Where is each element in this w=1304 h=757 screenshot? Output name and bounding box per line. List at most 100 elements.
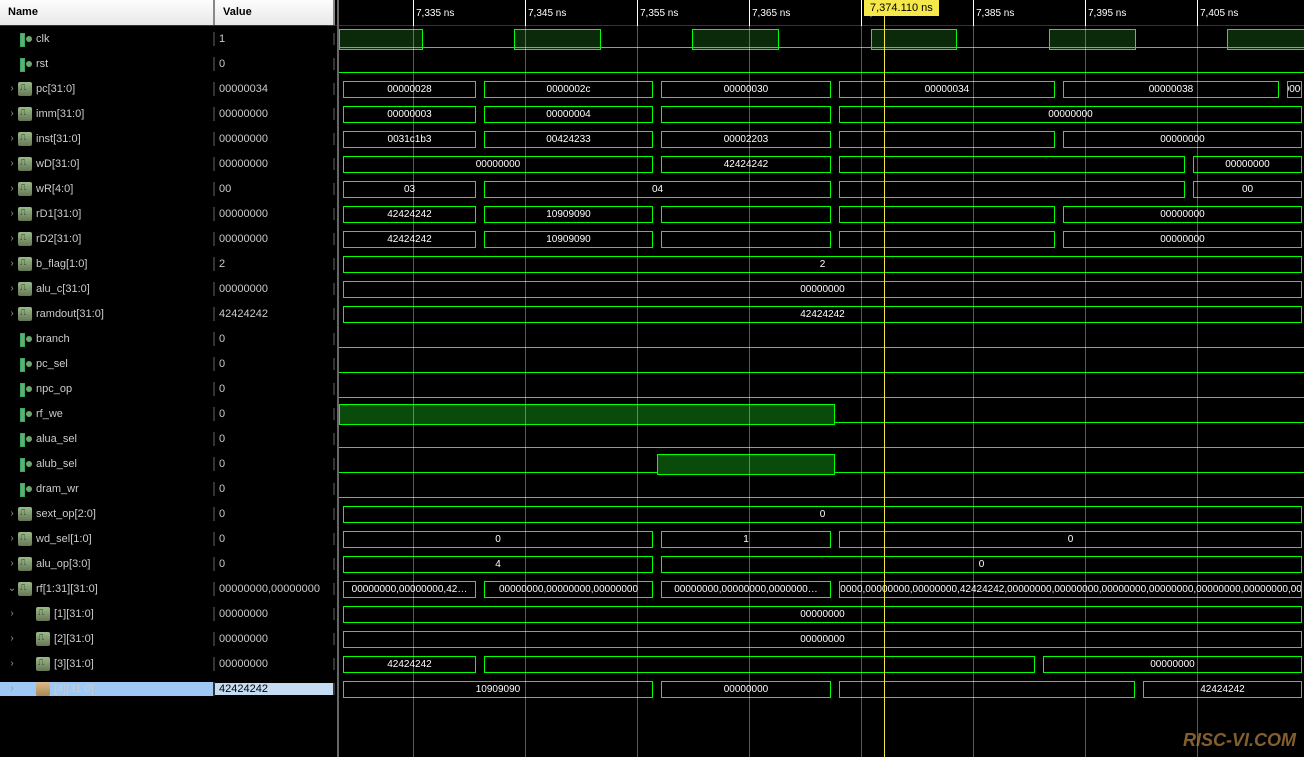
expand-icon[interactable]: › <box>6 533 18 544</box>
wave-row[interactable]: 00000000 <box>339 276 1304 301</box>
wave-row[interactable] <box>339 426 1304 451</box>
expand-icon[interactable]: › <box>6 558 18 569</box>
bus-segment: 00000000 <box>1043 656 1302 673</box>
bus-segment: 1 <box>661 531 831 548</box>
wave-row[interactable]: 40 <box>339 551 1304 576</box>
expand-icon[interactable]: › <box>6 183 18 194</box>
wave-row[interactable] <box>339 451 1304 476</box>
wave-row[interactable]: 00000000,00000000,42…00000000,00000000,0… <box>339 576 1304 601</box>
expand-icon[interactable]: › <box>6 658 18 669</box>
gridline <box>525 26 526 757</box>
wave-row[interactable] <box>339 51 1304 76</box>
signal-row[interactable]: ›rD2[31:0]00000000 <box>0 226 337 251</box>
signal-row[interactable]: alub_sel0 <box>0 451 337 476</box>
expand-icon[interactable]: › <box>6 633 18 644</box>
signal-row[interactable]: dram_wr0 <box>0 476 337 501</box>
wave-row[interactable] <box>339 26 1304 51</box>
expand-icon[interactable]: › <box>6 158 18 169</box>
signal-value: 00000000 <box>215 283 335 295</box>
wave-row[interactable]: 109090900000000042424242 <box>339 676 1304 701</box>
signal-name: branch <box>36 333 70 345</box>
bus-icon <box>18 282 32 296</box>
expand-icon[interactable]: › <box>6 258 18 269</box>
signal-row[interactable]: ›imm[31:0]00000000 <box>0 101 337 126</box>
signal-row[interactable]: ›inst[31:0]00000000 <box>0 126 337 151</box>
wire-icon <box>18 357 32 371</box>
wave-row[interactable] <box>339 476 1304 501</box>
expand-icon[interactable]: › <box>6 308 18 319</box>
signal-row[interactable]: rst0 <box>0 51 337 76</box>
wave-row[interactable]: 0031c1b3004242330000220300000000 <box>339 126 1304 151</box>
bus-segment: 00002203 <box>661 131 831 148</box>
waveform-panel[interactable]: 7,374.110 ns 7,335 ns7,345 ns7,355 ns7,3… <box>337 0 1304 757</box>
signal-row[interactable]: ›wd_sel[1:0]0 <box>0 526 337 551</box>
expand-icon[interactable]: › <box>6 233 18 244</box>
time-ruler[interactable]: 7,335 ns7,345 ns7,355 ns7,365 ns7,375 ns… <box>339 0 1304 26</box>
bus-segment: 03 <box>343 181 476 198</box>
wave-row[interactable]: 00000000 <box>339 601 1304 626</box>
wave-row[interactable]: 42424242 <box>339 301 1304 326</box>
expand-icon[interactable]: › <box>6 133 18 144</box>
ruler-tick: 7,385 ns <box>973 0 1014 26</box>
signal-row[interactable]: clk1 <box>0 26 337 51</box>
expand-icon[interactable]: › <box>6 83 18 94</box>
wave-row[interactable]: 030400 <box>339 176 1304 201</box>
bus-icon <box>18 207 32 221</box>
signal-row[interactable]: ›pc[31:0]00000034 <box>0 76 337 101</box>
cursor-line[interactable] <box>884 0 885 757</box>
wave-row[interactable]: 424242421090909000000000 <box>339 226 1304 251</box>
wave-row[interactable]: 0 <box>339 501 1304 526</box>
bus-segment: 00000000 <box>1063 231 1302 248</box>
expand-icon[interactable]: › <box>6 283 18 294</box>
signal-row[interactable]: ›rD1[31:0]00000000 <box>0 201 337 226</box>
signal-row[interactable]: ›alu_c[31:0]00000000 <box>0 276 337 301</box>
signal-row[interactable]: ›wR[4:0]00 <box>0 176 337 201</box>
wire-icon <box>18 457 32 471</box>
wave-row[interactable]: 424242421090909000000000 <box>339 201 1304 226</box>
signal-row[interactable]: ›b_flag[1:0]2 <box>0 251 337 276</box>
signal-row[interactable]: ›[1][31:0]00000000 <box>0 601 337 626</box>
wave-row[interactable]: 010 <box>339 526 1304 551</box>
wave-row[interactable] <box>339 376 1304 401</box>
name-column-header[interactable]: Name <box>0 0 215 25</box>
signal-value: 00000000 <box>215 108 335 120</box>
expand-icon[interactable]: › <box>6 608 18 619</box>
signal-row[interactable]: ⌄rf[1:31][31:0]00000000,00000000 <box>0 576 337 601</box>
bus-segment: 0 <box>839 531 1302 548</box>
signal-value: 00 <box>215 183 335 195</box>
signal-row[interactable]: ›[2][31:0]00000000 <box>0 626 337 651</box>
wave-row[interactable]: 000000280000002c000000300000003400000038… <box>339 76 1304 101</box>
signal-row[interactable]: ›[3][31:0]00000000 <box>0 651 337 676</box>
signal-row[interactable]: rf_we0 <box>0 401 337 426</box>
expand-icon[interactable]: ⌄ <box>6 583 18 594</box>
signal-rows[interactable]: clk1rst0›pc[31:0]00000034›imm[31:0]00000… <box>0 26 337 757</box>
wave-row[interactable] <box>339 401 1304 426</box>
signal-row[interactable]: ›[4][31:0]42424242 <box>0 676 337 701</box>
signal-row[interactable]: npc_op0 <box>0 376 337 401</box>
wave-row[interactable]: 4242424200000000 <box>339 651 1304 676</box>
expand-icon[interactable]: › <box>6 508 18 519</box>
wave-row[interactable]: 000000030000000400000000 <box>339 101 1304 126</box>
signal-row[interactable]: ›sext_op[2:0]0 <box>0 501 337 526</box>
signal-name: b_flag[1:0] <box>36 258 87 270</box>
expand-icon[interactable]: › <box>6 108 18 119</box>
signal-row[interactable]: ›wD[31:0]00000000 <box>0 151 337 176</box>
wave-row[interactable]: 00000000 <box>339 626 1304 651</box>
signal-row[interactable]: ›ramdout[31:0]42424242 <box>0 301 337 326</box>
waveform-area[interactable]: 000000280000002c000000300000003400000038… <box>339 26 1304 701</box>
expand-icon[interactable]: › <box>6 683 18 694</box>
gridline <box>861 26 862 757</box>
signal-row[interactable]: ›alu_op[3:0]0 <box>0 551 337 576</box>
bus-icon <box>18 232 32 246</box>
wave-row[interactable] <box>339 351 1304 376</box>
signal-row[interactable]: branch0 <box>0 326 337 351</box>
signal-row[interactable]: pc_sel0 <box>0 351 337 376</box>
wave-row[interactable]: 000000004242424200000000 <box>339 151 1304 176</box>
signal-row[interactable]: alua_sel0 <box>0 426 337 451</box>
wave-row[interactable] <box>339 326 1304 351</box>
bus-segment: 00000004 <box>484 106 653 123</box>
wave-row[interactable]: 2 <box>339 251 1304 276</box>
expand-icon[interactable]: › <box>6 208 18 219</box>
value-column-header[interactable]: Value <box>215 0 335 25</box>
cursor-time-label[interactable]: 7,374.110 ns <box>864 0 939 16</box>
